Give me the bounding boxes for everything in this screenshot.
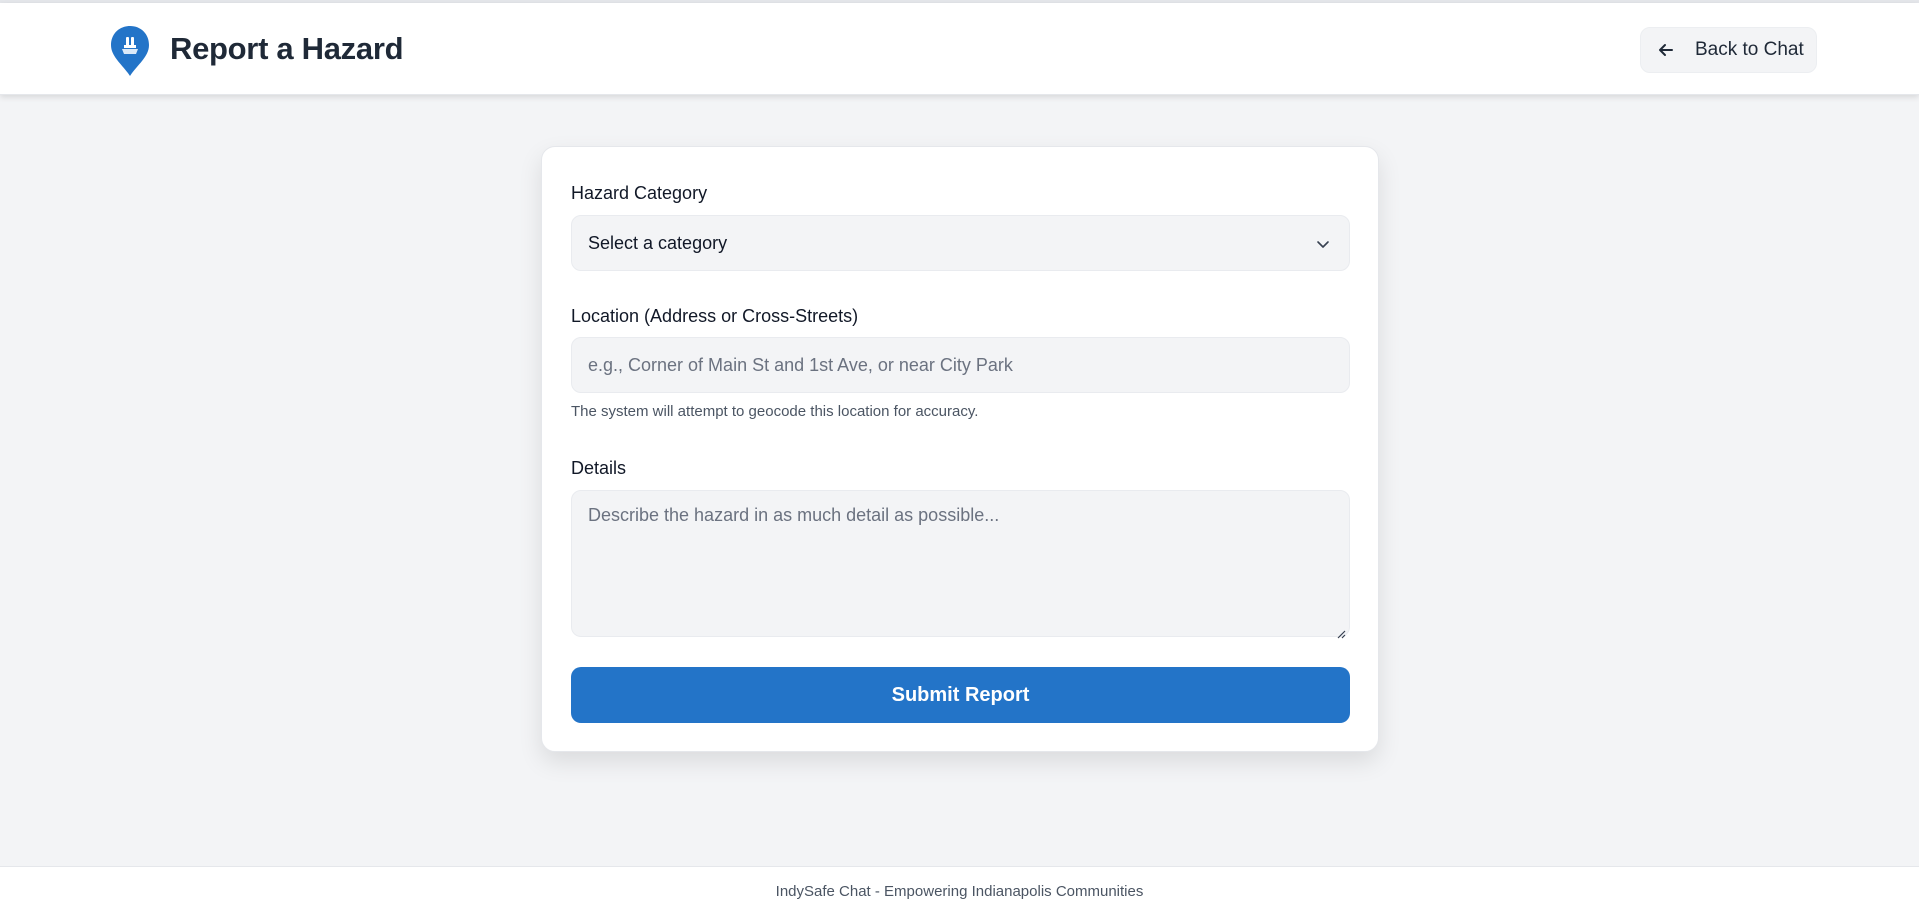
- hazard-category-value: Select a category: [588, 232, 728, 253]
- details-label: Details: [571, 458, 627, 478]
- report-form-card: Hazard Category Select a category Locati…: [541, 146, 1379, 752]
- hazard-category-label: Hazard Category: [571, 183, 708, 203]
- location-placeholder: e.g., Corner of Main St and 1st Ave, or …: [588, 354, 1013, 375]
- arrow-left-icon: [1657, 41, 1675, 59]
- back-to-chat-button[interactable]: Back to Chat: [1640, 27, 1817, 73]
- resize-handle-icon[interactable]: [1336, 623, 1346, 639]
- page-footer: IndySafe Chat - Empowering Indianapolis …: [0, 866, 1919, 915]
- location-hint: The system will attempt to geocode this …: [571, 403, 979, 420]
- location-input[interactable]: e.g., Corner of Main St and 1st Ave, or …: [571, 337, 1350, 393]
- submit-report-button[interactable]: Submit Report: [571, 667, 1350, 723]
- location-label: Location (Address or Cross-Streets): [571, 306, 859, 326]
- details-placeholder: Describe the hazard in as much detail as…: [588, 505, 1000, 525]
- hazard-category-select[interactable]: Select a category: [571, 215, 1350, 271]
- map-pin-shield-icon: [109, 25, 151, 77]
- footer-text: IndySafe Chat - Empowering Indianapolis …: [775, 883, 1144, 900]
- back-to-chat-label: Back to Chat: [1695, 39, 1804, 60]
- chevron-down-icon: [1315, 236, 1331, 252]
- details-textarea[interactable]: Describe the hazard in as much detail as…: [571, 490, 1350, 639]
- app-header: Report a Hazard Back to Chat: [0, 3, 1919, 95]
- page-title: Report a Hazard: [170, 31, 404, 66]
